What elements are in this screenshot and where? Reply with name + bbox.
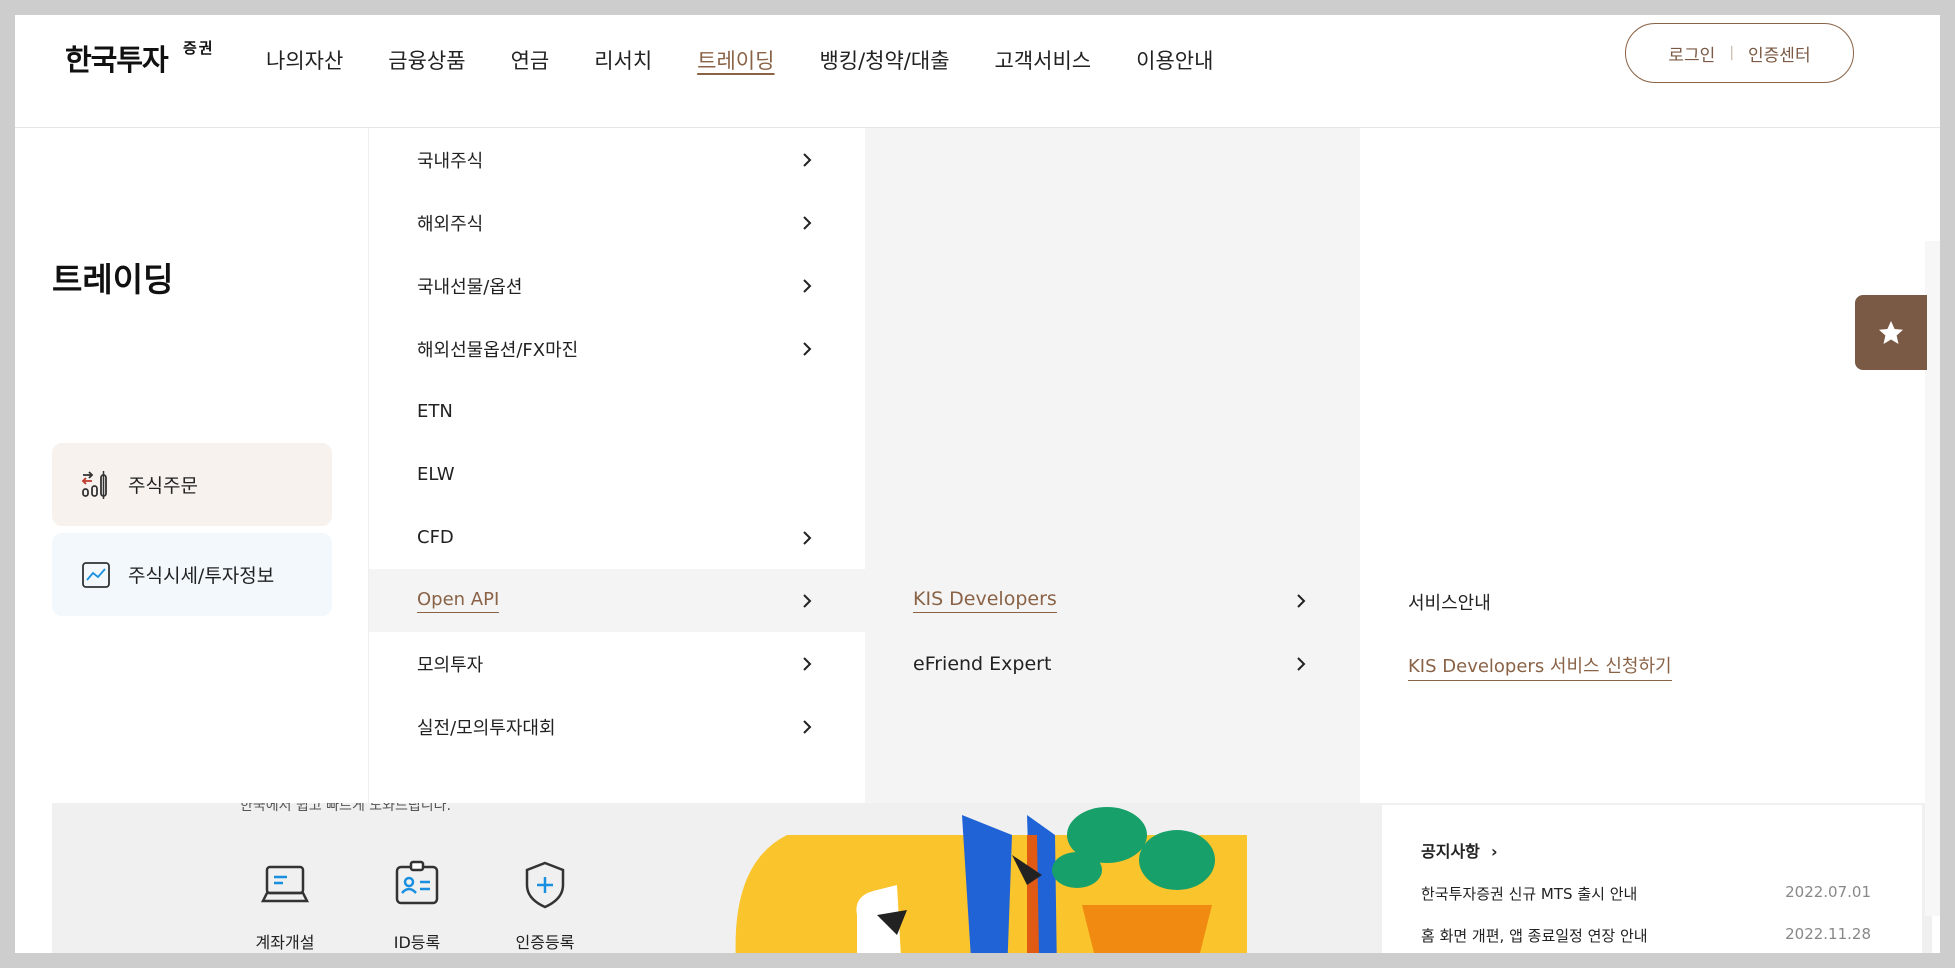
chevron-right-icon — [803, 593, 812, 608]
login-link[interactable]: 로그인 — [1668, 41, 1715, 66]
chevron-right-icon — [803, 278, 812, 293]
laptop-icon — [260, 865, 310, 903]
shield-plus-icon — [525, 861, 565, 909]
chevron-right-icon — [803, 215, 812, 230]
scroll-edge — [1925, 241, 1940, 916]
quick-link-id[interactable]: ID등록 — [372, 857, 462, 953]
chevron-right-icon — [803, 530, 812, 545]
id-card-icon — [395, 860, 439, 905]
nav-item-customer-service[interactable]: 고객서비스 — [995, 45, 1092, 75]
nav-item-banking[interactable]: 뱅킹/청약/대출 — [819, 45, 949, 75]
menu-item-kis-apply[interactable]: KIS Developers 서비스 신청하기 — [1408, 652, 1672, 681]
chevron-right-icon — [803, 152, 812, 167]
menu-column-3: 서비스안내 KIS Developers 서비스 신청하기 — [1360, 128, 1925, 803]
star-icon — [1879, 320, 1903, 344]
notice-date: 2022.07.01 — [1785, 883, 1871, 901]
nav-item-my-assets[interactable]: 나의자산 — [266, 45, 343, 75]
menu-column-1: 국내주식 해외주식 국내선물/옵션 해외선물옵션/FX마진 ETN ELW CF… — [368, 128, 866, 803]
nav-item-trading[interactable]: 트레이딩 — [697, 45, 774, 75]
chart-trend-icon — [82, 561, 110, 588]
stock-order-button[interactable]: 주식주문 — [52, 443, 332, 526]
menu-item-domestic-stock[interactable]: 국내주식 — [369, 128, 866, 191]
chevron-right-icon — [1297, 593, 1306, 608]
stock-quote-label: 주식시세/투자정보 — [128, 565, 275, 587]
menu-item-kis-developers[interactable]: KIS Developers — [865, 569, 1360, 632]
quick-link-label: 계좌개설 — [255, 933, 315, 952]
notice-title-text: 한국투자증권 신규 MTS 출시 안내 — [1421, 885, 1638, 903]
logo-sub: 증권 — [183, 39, 215, 57]
menu-item-elw[interactable]: ELW — [369, 443, 866, 506]
nav-item-research[interactable]: 리서치 — [594, 45, 652, 75]
logo[interactable]: 한국투자 — [65, 37, 169, 79]
auth-center-link[interactable]: 인증센터 — [1748, 41, 1811, 66]
chevron-right-icon — [803, 341, 812, 356]
quick-link-label: 인증등록 — [515, 933, 575, 952]
menu-item-cfd[interactable]: CFD — [369, 506, 866, 569]
chevron-right-icon — [1297, 656, 1306, 671]
quick-link-account[interactable]: 계좌개설 — [240, 857, 330, 953]
stock-quote-button[interactable]: 주식시세/투자정보 — [52, 533, 332, 616]
stock-order-label: 주식주문 — [128, 475, 198, 497]
menu-item-efriend-expert[interactable]: eFriend Expert — [865, 632, 1360, 695]
menu-item-service-info[interactable]: 서비스안내 — [1408, 589, 1491, 615]
notice-title[interactable]: 공지사항 › — [1421, 838, 1498, 862]
chevron-right-icon — [803, 719, 812, 734]
notice-row[interactable]: 한국투자증권 신규 MTS 출시 안내 2022.07.01 — [1421, 883, 1871, 904]
global-nav: 나의자산 금융상품 연금 리서치 트레이딩 뱅킹/청약/대출 고객서비스 이용안… — [266, 45, 1213, 75]
menu-column-2: KIS Developers eFriend Expert — [865, 128, 1360, 803]
mega-menu: 트레이딩 주식주문 주식시세/투자정보 국내주식 해외주식 국내선물/옵션 해외… — [15, 128, 1940, 916]
menu-item-etn[interactable]: ETN — [369, 380, 866, 443]
menu-item-trading-contest[interactable]: 실전/모의투자대회 — [369, 695, 866, 758]
nav-item-pension[interactable]: 연금 — [511, 45, 550, 75]
quick-link-auth[interactable]: 인증등록 — [500, 857, 590, 953]
menu-item-overseas-stock[interactable]: 해외주식 — [369, 191, 866, 254]
notice-title-text: 홈 화면 개편, 앱 종료일정 연장 안내 — [1421, 927, 1648, 945]
notice-date: 2022.11.28 — [1785, 925, 1871, 943]
nav-item-guide[interactable]: 이용안내 — [1136, 45, 1213, 75]
notice-row[interactable]: 홈 화면 개편, 앱 종료일정 연장 안내 2022.11.28 — [1421, 925, 1871, 946]
menu-item-overseas-futures-fx[interactable]: 해외선물옵션/FX마진 — [369, 317, 866, 380]
nav-item-products[interactable]: 금융상품 — [388, 45, 465, 75]
divider: | — [1729, 45, 1735, 61]
menu-item-domestic-futures[interactable]: 국내선물/옵션 — [369, 254, 866, 317]
page: 한국에서 쉽고 빠르게 도와드립니다. 계좌개설 ID등록 인증등록 공지사항 … — [15, 15, 1940, 953]
menu-item-mock-trading[interactable]: 모의투자 — [369, 632, 866, 695]
mega-menu-title: 트레이딩 — [52, 260, 174, 299]
stock-order-icon — [81, 470, 107, 499]
quick-link-label: ID등록 — [393, 933, 441, 952]
login-box: 로그인 | 인증센터 — [1625, 23, 1854, 83]
chevron-right-icon — [803, 656, 812, 671]
menu-item-open-api[interactable]: Open API — [369, 569, 866, 632]
favorite-button[interactable] — [1855, 295, 1927, 370]
site-header: 한국투자 증권 나의자산 금융상품 연금 리서치 트레이딩 뱅킹/청약/대출 고… — [15, 15, 1940, 128]
